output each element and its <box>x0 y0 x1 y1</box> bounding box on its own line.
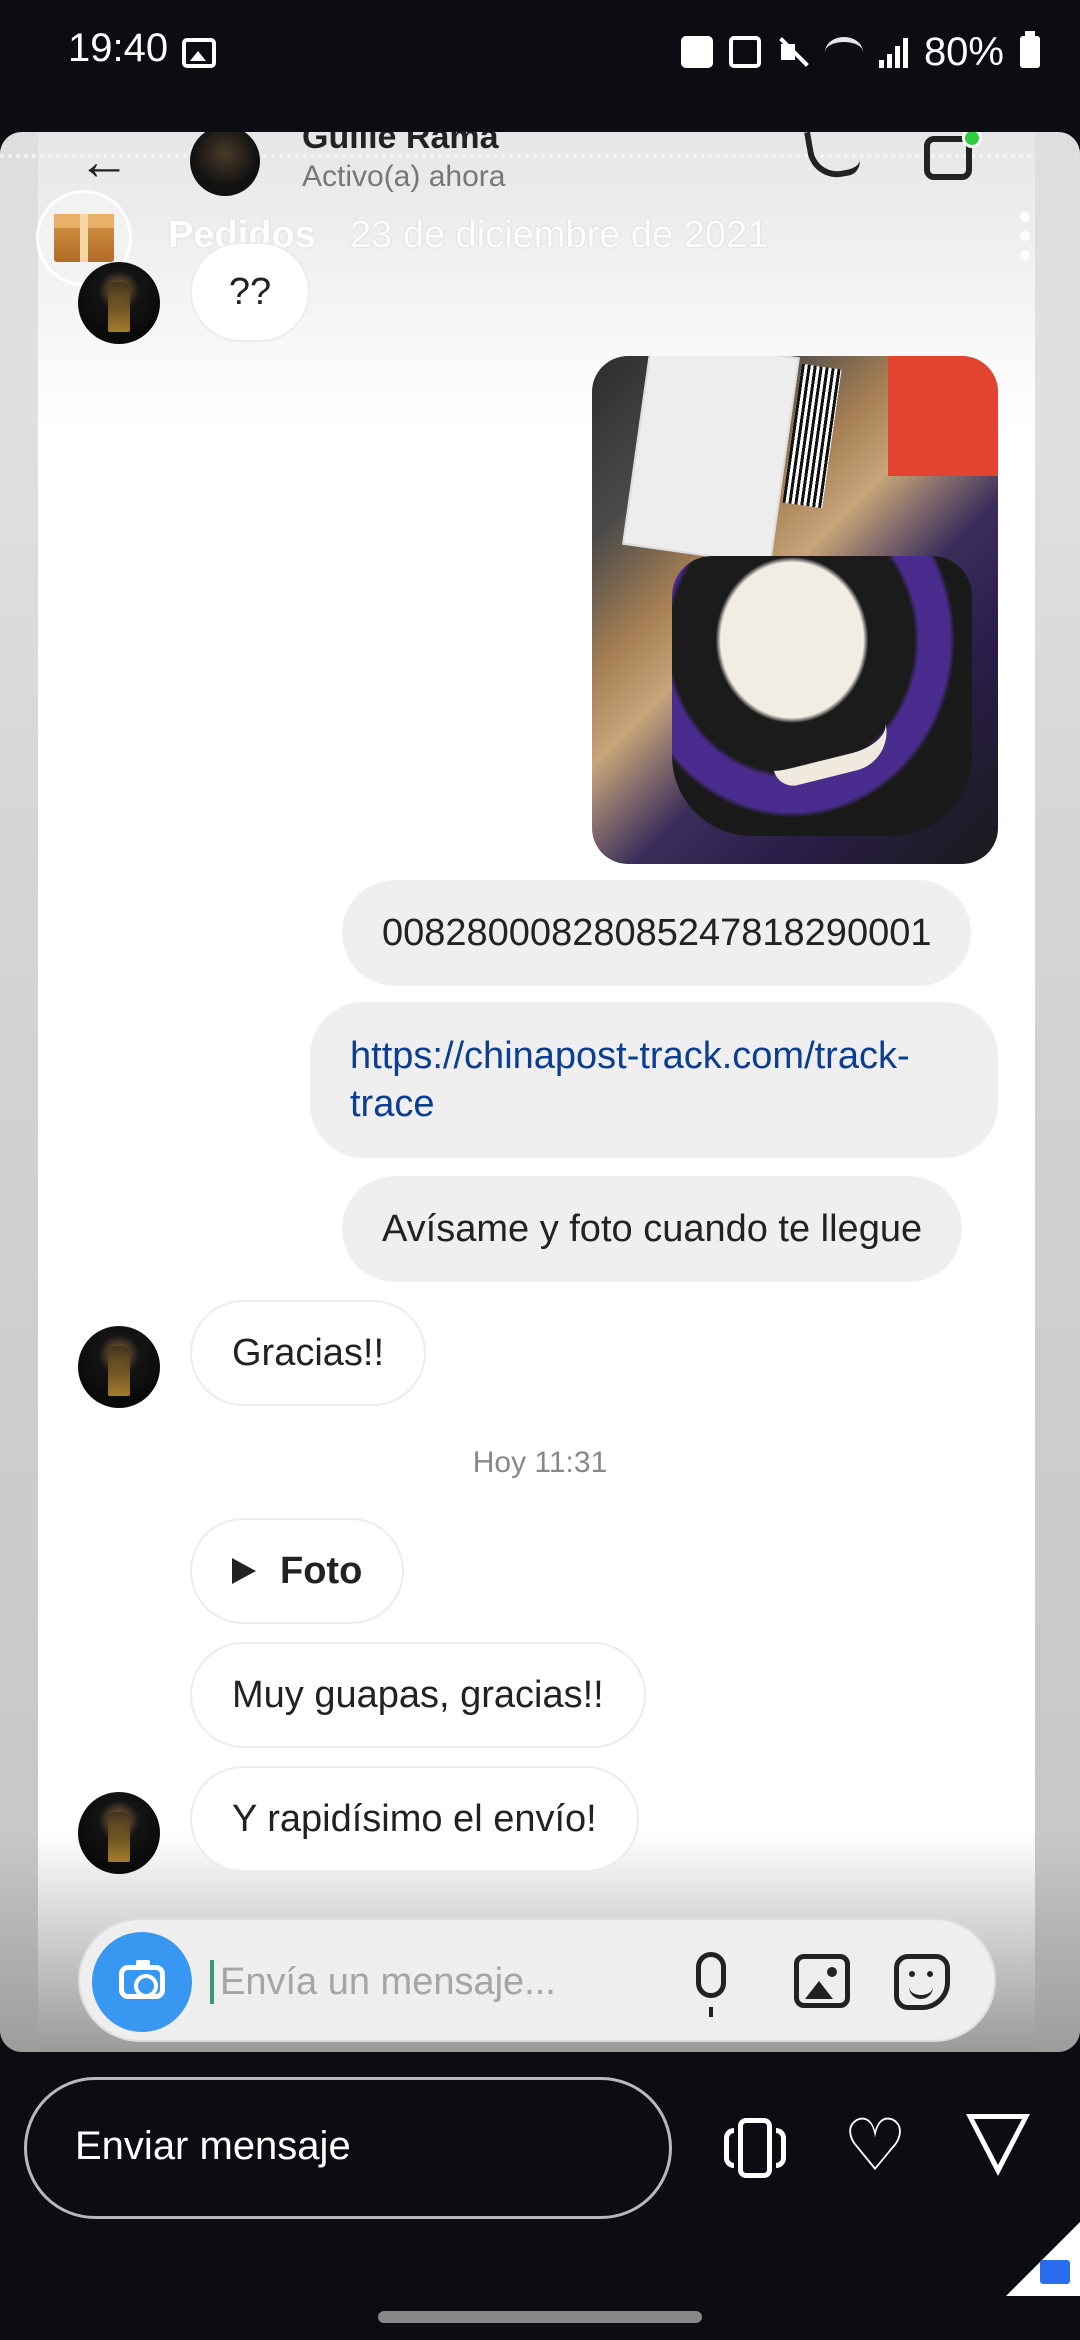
reply-placeholder: Enviar mensaje <box>75 2124 351 2168</box>
photo-label: Foto <box>280 1549 363 1592</box>
gallery-icon <box>182 38 216 68</box>
message-bubble: ?? <box>190 242 310 342</box>
nfc-icon <box>728 36 761 68</box>
reply-input[interactable]: Enviar mensaje <box>24 2077 672 2219</box>
story-card[interactable]: ← Guille Rama Activo(a) ahora Pedidos 23… <box>0 132 1080 2052</box>
status-bar: 19:40 80% <box>0 0 1080 80</box>
image-icon[interactable] <box>794 1954 850 2008</box>
camera-icon <box>119 1960 165 1999</box>
rotate-icon[interactable] <box>724 2116 786 2180</box>
timestamp: Hoy 11:31 <box>472 1446 608 1479</box>
folder-icon <box>1040 2260 1070 2284</box>
message-bubble: Avísame y foto cuando te llegue <box>342 1176 963 1282</box>
corner-badge <box>1006 2222 1080 2296</box>
status-icons: 80% <box>680 28 1040 76</box>
message-composer <box>78 1918 996 2042</box>
signal-icon <box>878 36 908 68</box>
text-caret <box>210 1960 214 2004</box>
back-arrow-icon: ← <box>78 133 130 191</box>
message-input[interactable] <box>220 1950 690 2014</box>
heart-icon[interactable]: ♡ <box>842 2110 908 2182</box>
photo-message-bubble[interactable]: Foto <box>190 1518 405 1624</box>
dm-header: ← Guille Rama Activo(a) ahora <box>0 132 1080 196</box>
contact-name: Guille Rama <box>302 132 499 156</box>
home-indicator[interactable] <box>378 2311 702 2323</box>
online-dot <box>962 132 982 148</box>
message-bubble: Muy guapas, gracias!! <box>190 1642 646 1748</box>
clock: 19:40 <box>68 26 169 70</box>
sticker-icon[interactable] <box>894 1954 950 2010</box>
story-date: 23 de diciembre de 2021 <box>350 214 769 256</box>
contact-avatar <box>190 132 260 196</box>
microphone-icon[interactable] <box>696 1952 726 2017</box>
sender-avatar <box>78 1326 160 1408</box>
message-bubble: Gracias!! <box>190 1300 427 1406</box>
battery-icon <box>1020 31 1040 68</box>
mute-icon <box>777 36 809 68</box>
message-bubble: Y rapidísimo el envío! <box>190 1766 639 1872</box>
more-options-icon[interactable] <box>1020 212 1032 260</box>
sender-avatar <box>78 1792 160 1874</box>
shoe-photo[interactable] <box>592 356 998 864</box>
package-icon <box>54 214 114 262</box>
tracking-link-bubble[interactable]: https://chinapost-track.com/track-trace <box>310 1002 998 1158</box>
sender-avatar <box>78 262 160 344</box>
contact-status: Activo(a) ahora <box>302 160 506 193</box>
battery-percent: 80% <box>923 29 1004 74</box>
phone-icon <box>804 132 862 182</box>
upload-icon <box>680 36 713 68</box>
send-icon[interactable] <box>966 2114 1030 2176</box>
wifi-icon <box>824 37 863 67</box>
tracking-number-bubble: 00828000828085247818290001 <box>342 880 972 986</box>
story-header: Pedidos 23 de diciembre de 2021 <box>36 190 1036 290</box>
play-icon <box>232 1558 256 1584</box>
camera-button[interactable] <box>92 1932 192 2032</box>
